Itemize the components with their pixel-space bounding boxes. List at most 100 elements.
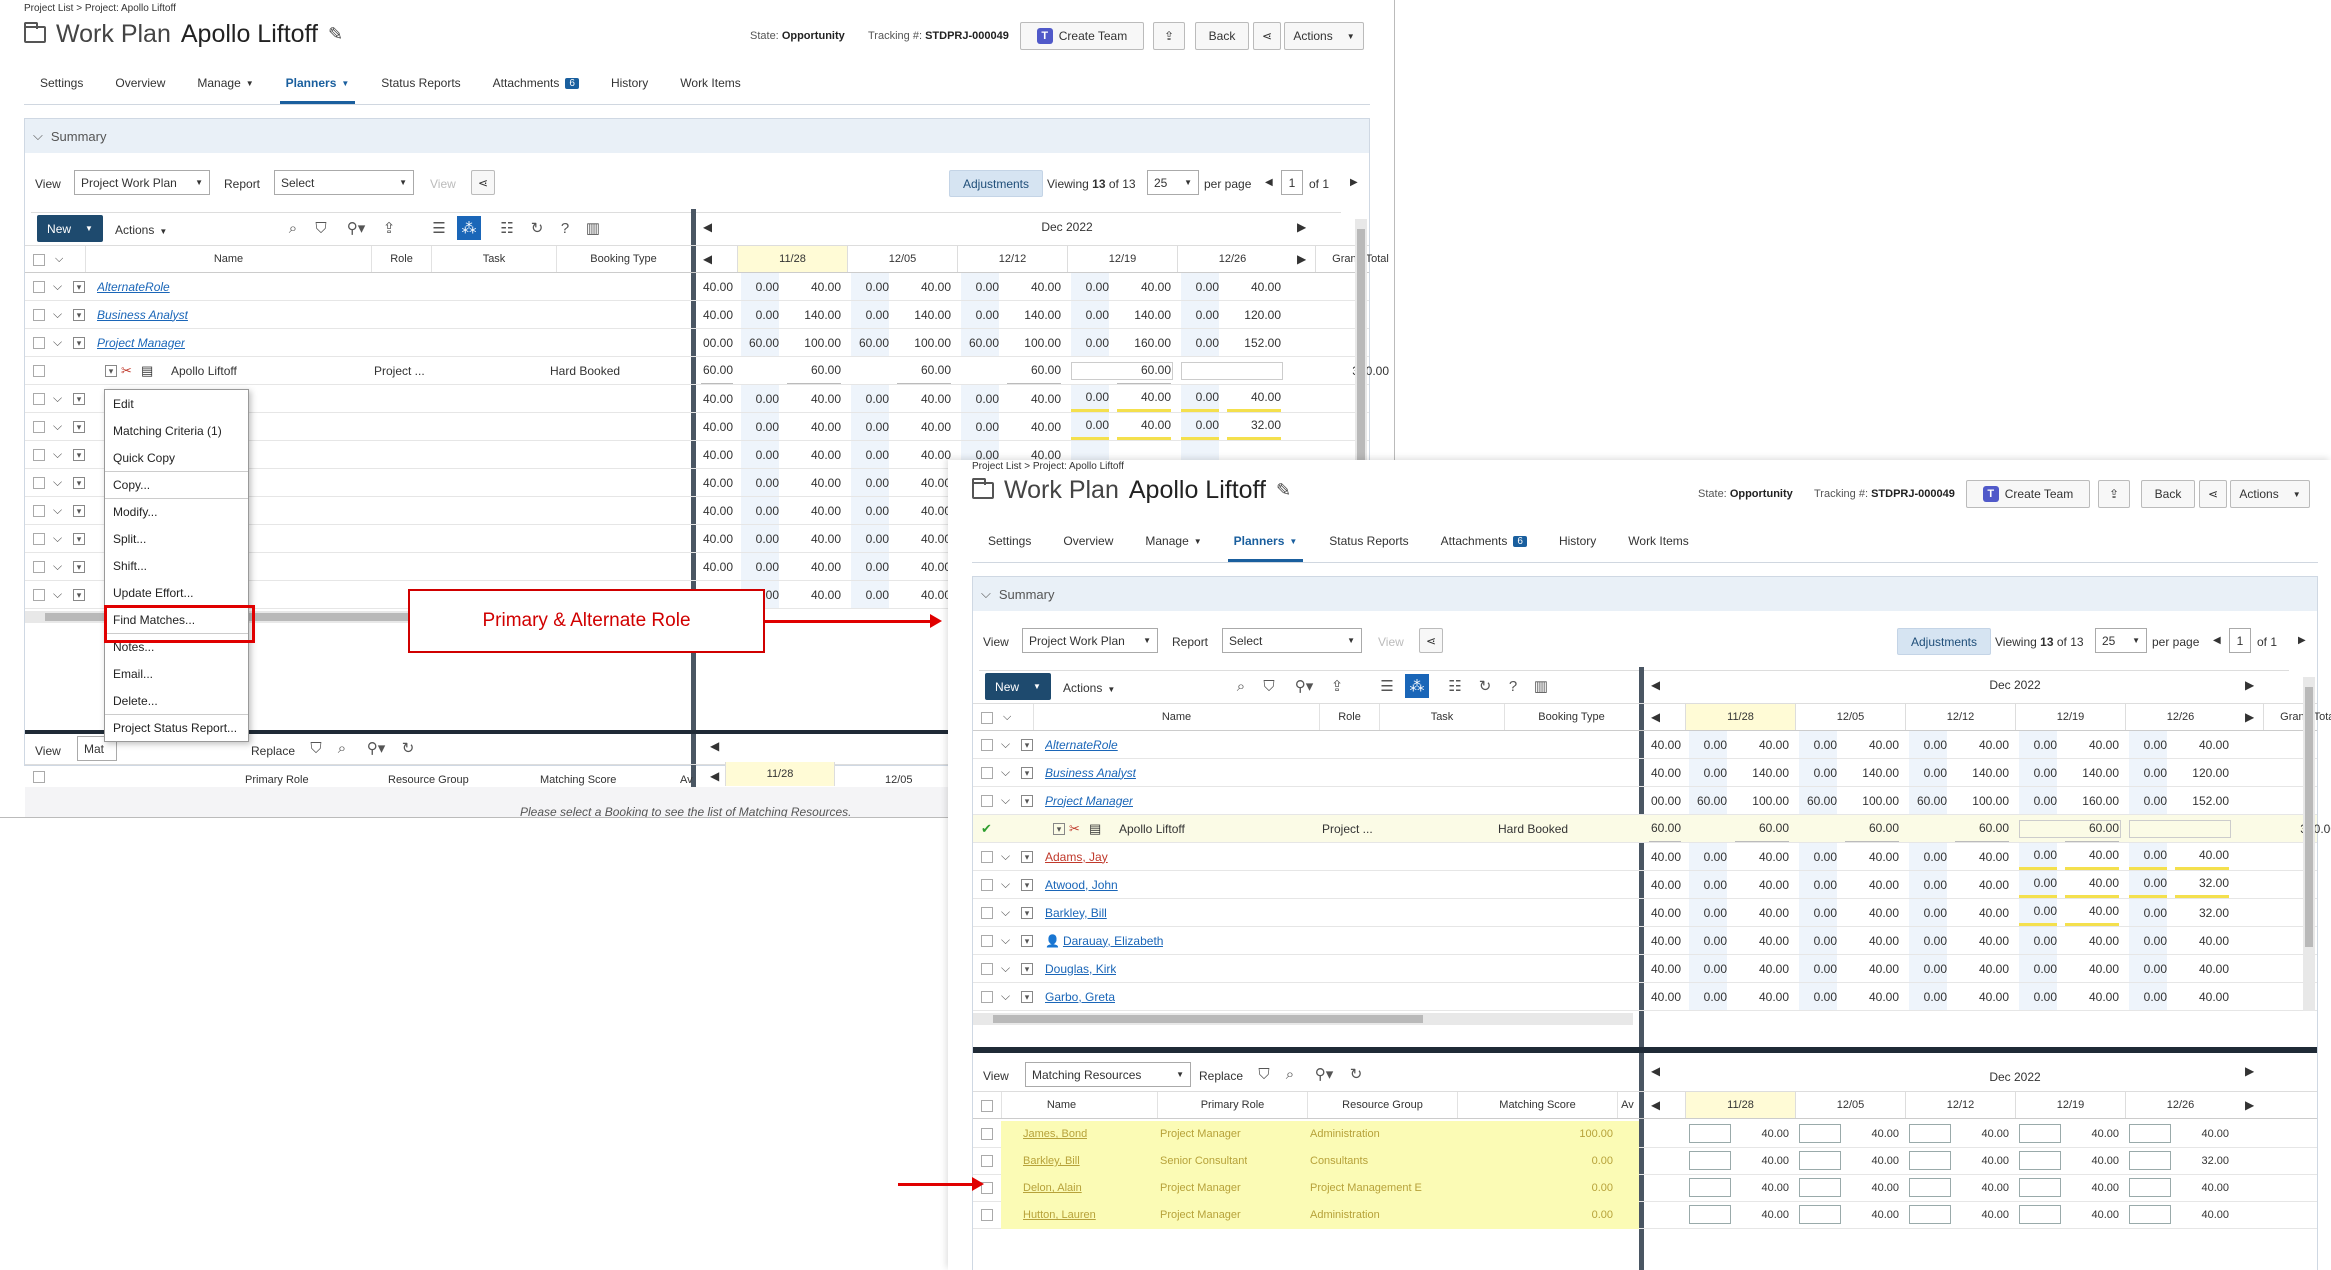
week-value[interactable]: 40.00 <box>787 497 841 524</box>
resource-link[interactable]: Hutton, Lauren <box>1023 1209 1096 1221</box>
week-value[interactable]: 100.00 <box>1955 787 2009 814</box>
week-value[interactable]: 40.00 <box>2065 955 2119 982</box>
hours-input[interactable] <box>1689 1205 1731 1224</box>
tab-attachments[interactable]: Attachments 6 <box>1425 530 1543 552</box>
hours-input[interactable] <box>2129 1205 2171 1224</box>
role-link[interactable]: Business Analyst <box>97 308 188 322</box>
week-value[interactable]: 40.00 <box>787 385 841 412</box>
resource-link[interactable]: Atwood, John <box>1045 878 1118 892</box>
week-value[interactable]: 40.00 <box>1845 927 1899 954</box>
table-row[interactable]: ⌵ ▾ Barkley, Bill 40.00 0.00 40.00 0.00 40.00 0.… <box>973 899 2317 927</box>
week-value[interactable]: 40.00 <box>1955 731 2009 758</box>
menu-item-matching-criteria-1[interactable]: Matching Criteria (1) <box>105 417 248 444</box>
week-value[interactable]: 0.00 <box>1071 329 1109 356</box>
week-value[interactable]: 40.00 <box>1845 955 1899 982</box>
week-value[interactable]: 40.00 <box>1845 843 1899 870</box>
role-link[interactable]: AlternateRole <box>97 280 170 294</box>
row-menu-icon[interactable]: ▾ <box>73 589 85 601</box>
row-menu-icon[interactable]: ▾ <box>73 281 85 293</box>
week-value[interactable]: 0.00 <box>2129 731 2167 758</box>
week-value[interactable]: 100.00 <box>1845 787 1899 814</box>
next-page-icon[interactable]: ▶ <box>1350 177 1358 188</box>
resource-link[interactable]: Barkley, Bill <box>1045 906 1107 920</box>
tab-attachments[interactable]: Attachments 6 <box>477 72 595 94</box>
booking-value[interactable]: 60.00 <box>1955 815 2009 842</box>
week-value[interactable]: 0.00 <box>741 497 779 524</box>
adjustments-button[interactable]: Adjustments <box>1897 628 1991 655</box>
week-value[interactable]: 160.00 <box>1117 329 1171 356</box>
week-value[interactable]: 40.00 <box>1227 273 1281 300</box>
chevron-down-icon[interactable]: ⌵ <box>53 525 62 552</box>
row-menu-icon[interactable]: ▾ <box>1021 907 1033 919</box>
replace-button[interactable]: Replace <box>251 744 295 758</box>
view-button[interactable]: View <box>430 177 456 191</box>
role-group-name[interactable]: Project Manager <box>97 329 185 356</box>
actions-button[interactable]: Actions ▼ <box>1284 22 1364 50</box>
week-value[interactable]: 40.00 <box>1117 273 1171 300</box>
matching-row[interactable]: James, Bond Project Manager Administration… <box>973 1121 2317 1148</box>
filter-icon[interactable]: ⛉ <box>305 736 327 760</box>
row-checkbox[interactable] <box>33 421 45 433</box>
menu-item-copy[interactable]: Copy... <box>105 471 248 498</box>
breadcrumb[interactable]: Project List > Project: Apollo Liftoff <box>24 3 176 14</box>
notes-icon[interactable]: ▤ <box>141 357 153 384</box>
week-value[interactable]: 0.00 <box>1909 899 1947 926</box>
breadcrumb[interactable]: Project List > Project: Apollo Liftoff <box>972 461 1124 472</box>
week-value[interactable]: 120.00 <box>1227 301 1281 328</box>
tab-settings[interactable]: Settings <box>24 72 99 94</box>
row-checkbox[interactable] <box>981 935 993 947</box>
row-checkbox[interactable] <box>33 589 45 601</box>
row-checkbox[interactable] <box>33 477 45 489</box>
chevron-down-icon[interactable]: ⌵ <box>1001 759 1010 786</box>
view-select[interactable]: Project Work Plan ▼ <box>1022 628 1158 653</box>
tab-history[interactable]: History <box>1543 530 1612 552</box>
booking-value[interactable]: 60.00 <box>1007 357 1061 384</box>
week-value[interactable]: 140.00 <box>1845 759 1899 786</box>
export-button[interactable]: ⇪ <box>1153 22 1185 50</box>
row-checkbox[interactable] <box>981 1155 993 1167</box>
menu-item-quick-copy[interactable]: Quick Copy <box>105 444 248 471</box>
week-value[interactable]: 0.00 <box>1799 955 1837 982</box>
week-value[interactable]: 0.00 <box>1909 955 1947 982</box>
week-value[interactable]: 0.00 <box>1071 273 1109 300</box>
chevron-down-icon[interactable]: ⌵ <box>1001 955 1010 982</box>
week-value[interactable]: 40.00 <box>1735 731 1789 758</box>
refresh-icon[interactable]: ↻ <box>397 736 419 760</box>
resource-link[interactable]: Barkley, Bill <box>1023 1155 1080 1167</box>
prev-period-icon[interactable]: ◀ <box>1651 1053 1660 1089</box>
page-input[interactable]: 1 <box>2229 628 2251 653</box>
week-value[interactable]: 0.00 <box>741 525 779 552</box>
week-value[interactable]: 140.00 <box>2065 759 2119 786</box>
summary-header[interactable]: ⌵ Summary <box>973 577 2317 611</box>
week-value[interactable]: 0.00 <box>961 385 999 412</box>
week-value[interactable]: 0.00 <box>741 273 779 300</box>
hours-input[interactable] <box>1689 1151 1731 1170</box>
week-value[interactable]: 0.00 <box>2019 899 2057 926</box>
week-value[interactable]: 0.00 <box>2129 899 2167 926</box>
row-menu-icon[interactable]: ▾ <box>105 365 117 377</box>
col-resource-group[interactable]: Resource Group <box>1307 1092 1457 1118</box>
week-value[interactable]: 140.00 <box>897 301 951 328</box>
report-select[interactable]: Select ▼ <box>274 170 414 195</box>
week-value[interactable]: 0.00 <box>741 413 779 440</box>
week-value[interactable]: 40.00 <box>787 413 841 440</box>
chevron-down-icon[interactable]: ⌵ <box>53 553 62 580</box>
row-checkbox[interactable] <box>981 907 993 919</box>
week-value[interactable]: 0.00 <box>1689 843 1727 870</box>
tab-settings[interactable]: Settings <box>972 530 1047 552</box>
row-menu-icon[interactable]: ▾ <box>73 393 85 405</box>
week-value[interactable]: 120.00 <box>2175 759 2229 786</box>
row-menu-icon[interactable]: ▾ <box>73 337 85 349</box>
resource-name[interactable]: Douglas, Kirk <box>1045 955 1116 982</box>
hours-input[interactable] <box>1799 1205 1841 1224</box>
week-value[interactable]: 40.00 <box>897 469 951 496</box>
week-value[interactable]: 0.00 <box>851 385 889 412</box>
row-menu-icon[interactable]: ▾ <box>73 309 85 321</box>
tab-overview[interactable]: Overview <box>99 72 181 94</box>
week-value[interactable]: 40.00 <box>787 273 841 300</box>
col-av[interactable]: Av <box>1617 1092 1637 1118</box>
hours-input[interactable] <box>2019 1151 2061 1170</box>
week-value[interactable]: 40.00 <box>897 497 951 524</box>
row-checkbox[interactable] <box>981 963 993 975</box>
hours-input[interactable] <box>1909 1205 1951 1224</box>
